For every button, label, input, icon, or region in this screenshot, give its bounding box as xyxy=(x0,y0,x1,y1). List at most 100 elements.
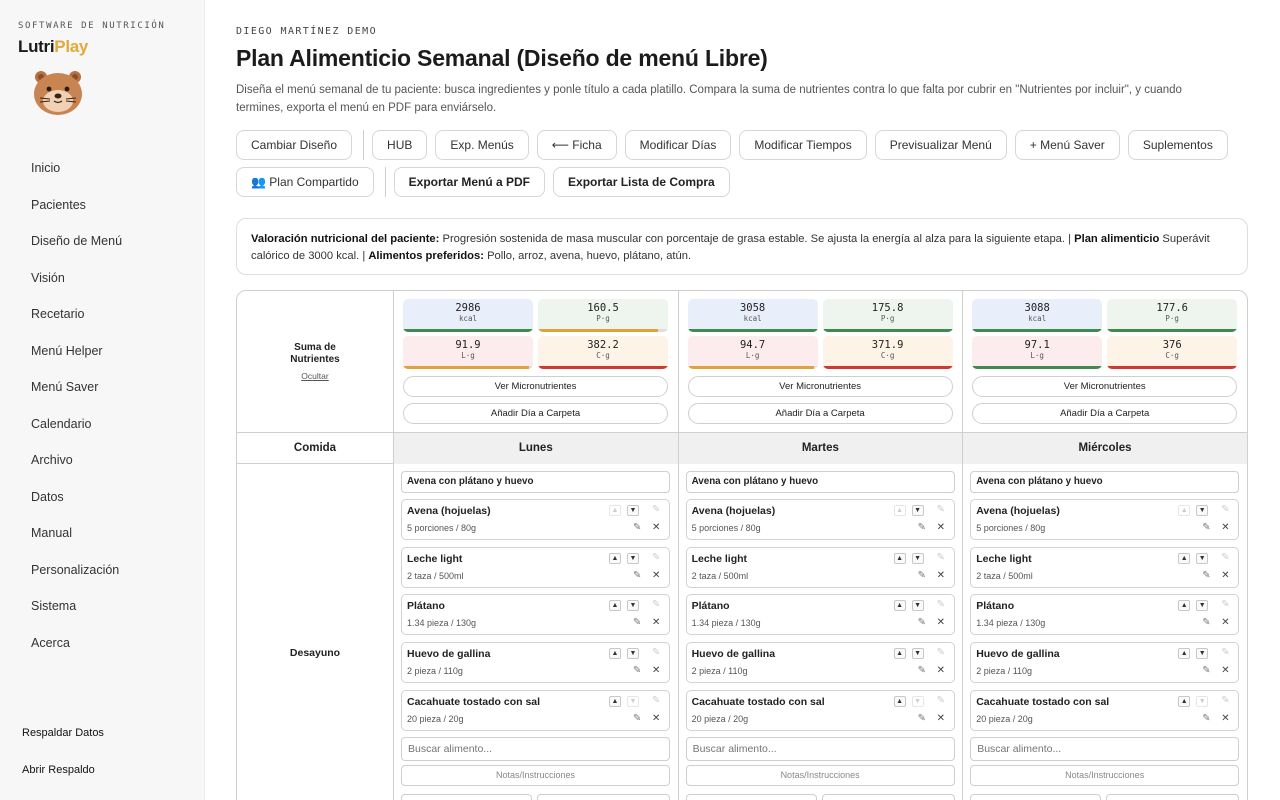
export-menus-button[interactable]: Exp. Menús xyxy=(435,130,529,160)
edit-quantity-icon[interactable]: ✎ xyxy=(633,522,641,533)
edit-quantity-icon[interactable]: ✎ xyxy=(1202,665,1210,676)
edit-name-icon[interactable]: ✎ xyxy=(652,695,660,706)
move-down-icon[interactable]: ▼ xyxy=(627,505,639,516)
remove-food-icon[interactable]: ✕ xyxy=(652,570,660,581)
add-day-to-folder-button[interactable]: Añadir Día a Carpeta xyxy=(687,403,953,424)
view-micronutrients-button[interactable]: Ver Micronutrientes xyxy=(687,376,953,397)
move-down-icon[interactable]: ▼ xyxy=(1196,648,1209,660)
food-search-input[interactable] xyxy=(970,737,1240,761)
sidebar-item-0[interactable]: Inicio xyxy=(0,150,205,187)
back-to-file-button[interactable]: ⟵ Ficha xyxy=(536,130,617,160)
move-down-icon[interactable]: ▼ xyxy=(911,695,924,707)
meal-title-input[interactable]: Avena con plátano y huevo xyxy=(970,471,1240,493)
sidebar-item-12[interactable]: Sistema xyxy=(0,588,205,625)
edit-quantity-icon[interactable]: ✎ xyxy=(918,713,926,724)
meal-title-input[interactable]: Avena con plátano y huevo xyxy=(401,471,670,493)
move-down-icon[interactable]: ▼ xyxy=(1196,600,1209,612)
edit-name-icon[interactable]: ✎ xyxy=(1221,504,1229,515)
move-up-icon[interactable]: ▲ xyxy=(893,600,906,612)
edit-quantity-icon[interactable]: ✎ xyxy=(918,617,926,628)
remove-food-icon[interactable]: ✕ xyxy=(1221,617,1229,628)
meal-title-input[interactable]: Avena con plátano y huevo xyxy=(685,471,955,493)
export-pdf-button[interactable]: Exportar Menú a PDF xyxy=(393,167,546,197)
move-up-icon[interactable]: ▲ xyxy=(609,505,621,516)
brand-logo[interactable]: LutriPlay xyxy=(18,37,88,57)
move-up-icon[interactable]: ▲ xyxy=(1178,505,1191,516)
edit-name-icon[interactable]: ✎ xyxy=(652,599,660,610)
edit-quantity-icon[interactable]: ✎ xyxy=(1202,522,1210,533)
remove-food-icon[interactable]: ✕ xyxy=(937,665,945,676)
move-down-icon[interactable]: ▼ xyxy=(911,552,924,564)
edit-name-icon[interactable]: ✎ xyxy=(652,504,660,515)
hide-sums-link[interactable]: Ocultar xyxy=(277,371,353,381)
move-up-icon[interactable]: ▲ xyxy=(893,648,906,660)
sidebar-item-6[interactable]: Menú Saver xyxy=(0,369,205,406)
menu-saver-button[interactable]: + Menú Saver xyxy=(1014,130,1120,160)
remove-food-icon[interactable]: ✕ xyxy=(937,522,945,533)
sidebar-item-2[interactable]: Diseño de Menú xyxy=(0,223,205,260)
supplements-button[interactable]: Suplementos xyxy=(1127,130,1228,160)
notes-instructions-button[interactable]: Notas/Instrucciones xyxy=(970,765,1240,786)
move-up-icon[interactable]: ▲ xyxy=(1178,648,1191,660)
edit-quantity-icon[interactable]: ✎ xyxy=(633,665,641,676)
remove-food-icon[interactable]: ✕ xyxy=(937,570,945,581)
move-down-icon[interactable]: ▼ xyxy=(911,600,924,612)
move-down-icon[interactable]: ▼ xyxy=(627,695,639,707)
sidebar-item-8[interactable]: Archivo xyxy=(0,442,205,479)
move-up-icon[interactable]: ▲ xyxy=(893,695,906,707)
sidebar-item-13[interactable]: Acerca xyxy=(0,625,205,662)
add-day-to-folder-button[interactable]: Añadir Día a Carpeta xyxy=(403,403,668,424)
remove-food-icon[interactable]: ✕ xyxy=(1221,713,1229,724)
edit-name-icon[interactable]: ✎ xyxy=(1221,599,1229,610)
edit-quantity-icon[interactable]: ✎ xyxy=(633,713,641,724)
remove-food-icon[interactable]: ✕ xyxy=(937,617,945,628)
sidebar-item-9[interactable]: Datos xyxy=(0,479,205,516)
edit-name-icon[interactable]: ✎ xyxy=(1221,647,1229,658)
move-down-icon[interactable]: ▼ xyxy=(911,648,924,660)
move-up-icon[interactable]: ▲ xyxy=(609,552,621,564)
preview-menu-button[interactable]: Previsualizar Menú xyxy=(874,130,1007,160)
move-up-icon[interactable]: ▲ xyxy=(893,552,906,564)
remove-food-icon[interactable]: ✕ xyxy=(652,617,660,628)
remove-food-icon[interactable]: ✕ xyxy=(1221,522,1229,533)
move-down-icon[interactable]: ▼ xyxy=(1196,505,1209,516)
view-micronutrients-button[interactable]: Ver Micronutrientes xyxy=(972,376,1238,397)
edit-name-icon[interactable]: ✎ xyxy=(937,504,945,515)
edit-quantity-icon[interactable]: ✎ xyxy=(918,522,926,533)
edit-quantity-icon[interactable]: ✎ xyxy=(1202,570,1210,581)
edit-name-icon[interactable]: ✎ xyxy=(937,552,945,563)
move-up-icon[interactable]: ▲ xyxy=(609,695,621,707)
sidebar-item-3[interactable]: Visión xyxy=(0,260,205,297)
shared-plan-button[interactable]: 👥 Plan Compartido xyxy=(236,167,374,197)
modify-times-button[interactable]: Modificar Tiempos xyxy=(739,130,867,160)
remove-food-icon[interactable]: ✕ xyxy=(652,522,660,533)
food-search-input[interactable] xyxy=(401,737,670,761)
edit-name-icon[interactable]: ✎ xyxy=(1221,695,1229,706)
move-up-icon[interactable]: ▲ xyxy=(609,600,621,612)
move-up-icon[interactable]: ▲ xyxy=(609,648,621,660)
edit-name-icon[interactable]: ✎ xyxy=(1221,552,1229,563)
modify-days-button[interactable]: Modificar Días xyxy=(624,130,732,160)
edit-quantity-icon[interactable]: ✎ xyxy=(633,617,641,628)
move-up-icon[interactable]: ▲ xyxy=(1178,600,1191,612)
edit-name-icon[interactable]: ✎ xyxy=(652,647,660,658)
edit-quantity-icon[interactable]: ✎ xyxy=(918,665,926,676)
move-down-icon[interactable]: ▼ xyxy=(627,648,639,660)
hub-button[interactable]: HUB xyxy=(372,130,428,160)
edit-name-icon[interactable]: ✎ xyxy=(937,647,945,658)
move-down-icon[interactable]: ▼ xyxy=(1196,695,1209,707)
notes-instructions-button[interactable]: Notas/Instrucciones xyxy=(401,765,670,786)
remove-food-icon[interactable]: ✕ xyxy=(1221,665,1229,676)
sidebar-item-7[interactable]: Calendario xyxy=(0,406,205,443)
sidebar-item-11[interactable]: Personalización xyxy=(0,552,205,589)
change-design-button[interactable]: Cambiar Diseño xyxy=(236,130,353,160)
remove-food-icon[interactable]: ✕ xyxy=(652,665,660,676)
sidebar-item-5[interactable]: Menú Helper xyxy=(0,333,205,370)
sidebar-item-1[interactable]: Pacientes xyxy=(0,187,205,224)
remove-food-icon[interactable]: ✕ xyxy=(652,713,660,724)
food-search-input[interactable] xyxy=(685,737,955,761)
move-down-icon[interactable]: ▼ xyxy=(627,600,639,612)
edit-name-icon[interactable]: ✎ xyxy=(652,552,660,563)
edit-quantity-icon[interactable]: ✎ xyxy=(1202,713,1210,724)
edit-name-icon[interactable]: ✎ xyxy=(937,695,945,706)
